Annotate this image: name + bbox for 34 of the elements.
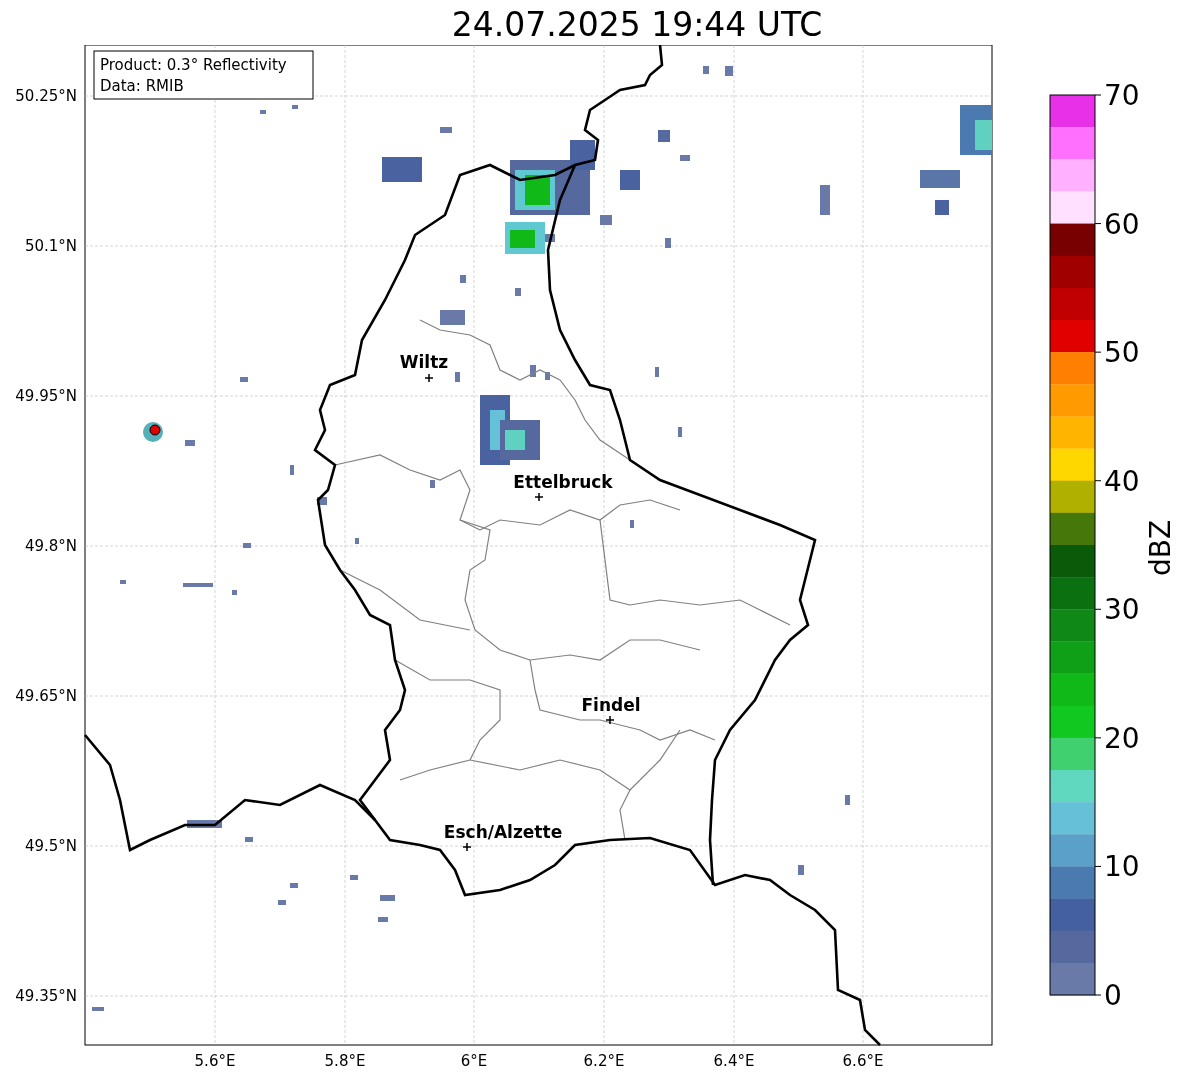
axis-tick-label: 49.8°N (24, 537, 77, 555)
axis-tick-label: 6.4°E (713, 1052, 755, 1070)
city-marker-icon (462, 842, 472, 852)
city-marker-icon (424, 373, 434, 383)
city-label: Wiltz (399, 352, 449, 372)
info-text: Product: 0.3° Reflectivity (100, 56, 287, 74)
axis-tick-label: 49.5°N (24, 837, 77, 855)
colorbar-tick-label: 40 (1104, 464, 1140, 498)
colorbar-tick-label: 60 (1104, 207, 1140, 241)
city-label: Ettelbruck (513, 472, 613, 492)
axis-tick-label: 6.2°E (583, 1052, 625, 1070)
axis-tick-label: 50.1°N (24, 237, 77, 255)
axis-tick-label: 50.25°N (15, 87, 77, 105)
axis-tick-label: 6.6°E (842, 1052, 884, 1070)
axis-tick-label: 5.8°E (324, 1052, 366, 1070)
colorbar-tick-label: 20 (1104, 721, 1140, 755)
axis-tick-label: 49.95°N (15, 387, 77, 405)
city-label: Findel (581, 695, 641, 715)
colorbar-tick-label: 0 (1104, 979, 1122, 1012)
colorbar-axis-label: dBZ (1144, 519, 1177, 577)
info-text: Data: RMIB (100, 77, 184, 95)
colorbar-tick-label: 30 (1104, 593, 1140, 627)
axis-tick-label: 49.65°N (15, 687, 77, 705)
city-label: Esch/Alzette (443, 822, 563, 842)
chart-title: 24.07.2025 19:44 UTC (450, 5, 823, 45)
colorbar-tick-label: 50 (1104, 336, 1140, 370)
axis-tick-label: 6°E (460, 1052, 488, 1070)
city-marker-icon (605, 715, 615, 725)
axis-tick-label: 5.6°E (194, 1052, 236, 1070)
colorbar-tick-label: 70 (1104, 79, 1140, 112)
city-marker-icon (534, 492, 544, 502)
axis-tick-label: 49.35°N (15, 987, 77, 1005)
radar-site-icon (143, 422, 163, 442)
colorbar-tick-label: 10 (1104, 850, 1140, 884)
